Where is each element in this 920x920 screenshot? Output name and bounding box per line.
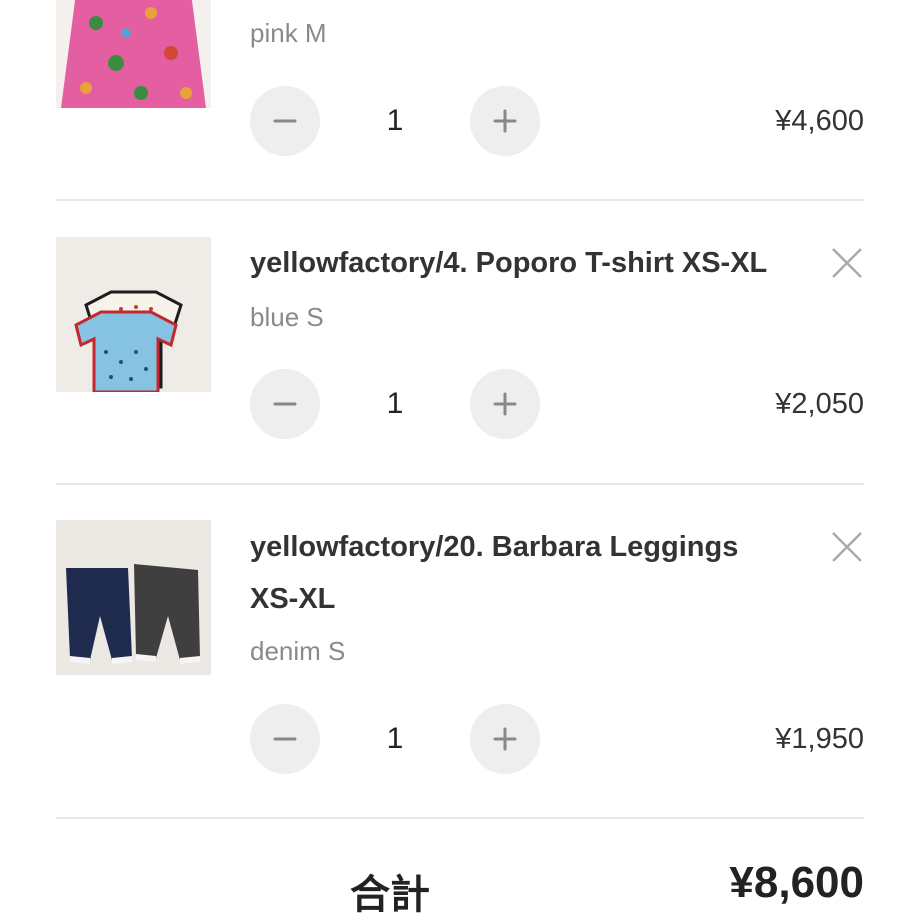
product-image-pink-dress[interactable]	[56, 0, 211, 108]
minus-icon	[273, 119, 297, 123]
item-price: ¥2,050	[775, 388, 864, 420]
close-icon	[832, 532, 862, 562]
quantity-stepper: 1	[250, 369, 540, 439]
minus-icon	[273, 402, 297, 406]
cart-item: yellowfactory/4. Poporo T-shirt XS-XL bl…	[56, 200, 864, 484]
product-image-leggings[interactable]	[56, 520, 211, 675]
cart-total: 合計 ¥8,600	[56, 818, 864, 920]
increment-button[interactable]	[470, 86, 540, 156]
increment-button[interactable]	[470, 369, 540, 439]
cart-item: pink M 1 ¥4,600	[56, 0, 864, 200]
plus-icon	[493, 109, 517, 133]
product-name[interactable]: yellowfactory/4. Poporo T-shirt XS-XL	[250, 237, 810, 289]
decrement-button[interactable]	[250, 704, 320, 774]
quantity-value: 1	[386, 722, 404, 755]
quantity-value: 1	[386, 387, 404, 420]
plus-icon	[493, 727, 517, 751]
close-icon	[832, 248, 862, 278]
total-label: 合計	[350, 873, 430, 917]
plus-icon	[493, 392, 517, 416]
product-image-tshirts[interactable]	[56, 237, 211, 392]
increment-button[interactable]	[470, 704, 540, 774]
total-value: ¥8,600	[729, 858, 864, 907]
product-name-line: XS-XL	[250, 583, 336, 615]
cart-page: pink M 1 ¥4,600 yellowfactory/4. Poporo …	[0, 0, 920, 920]
product-name[interactable]: yellowfactory/20. Barbara Leggings XS-XL	[250, 521, 810, 625]
product-name-line: yellowfactory/20. Barbara Leggings	[250, 531, 739, 563]
remove-item-button[interactable]	[830, 246, 864, 280]
product-variant: blue S	[250, 302, 324, 332]
item-price: ¥4,600	[775, 105, 864, 137]
product-variant: pink M	[250, 18, 327, 48]
quantity-stepper: 1	[250, 704, 540, 774]
quantity-stepper: 1	[250, 86, 540, 156]
minus-icon	[273, 737, 297, 741]
quantity-value: 1	[386, 104, 404, 137]
remove-item-button[interactable]	[830, 530, 864, 564]
decrement-button[interactable]	[250, 369, 320, 439]
product-variant: denim S	[250, 636, 346, 666]
decrement-button[interactable]	[250, 86, 320, 156]
cart-item: yellowfactory/20. Barbara Leggings XS-XL…	[56, 484, 864, 818]
item-price: ¥1,950	[775, 723, 864, 755]
